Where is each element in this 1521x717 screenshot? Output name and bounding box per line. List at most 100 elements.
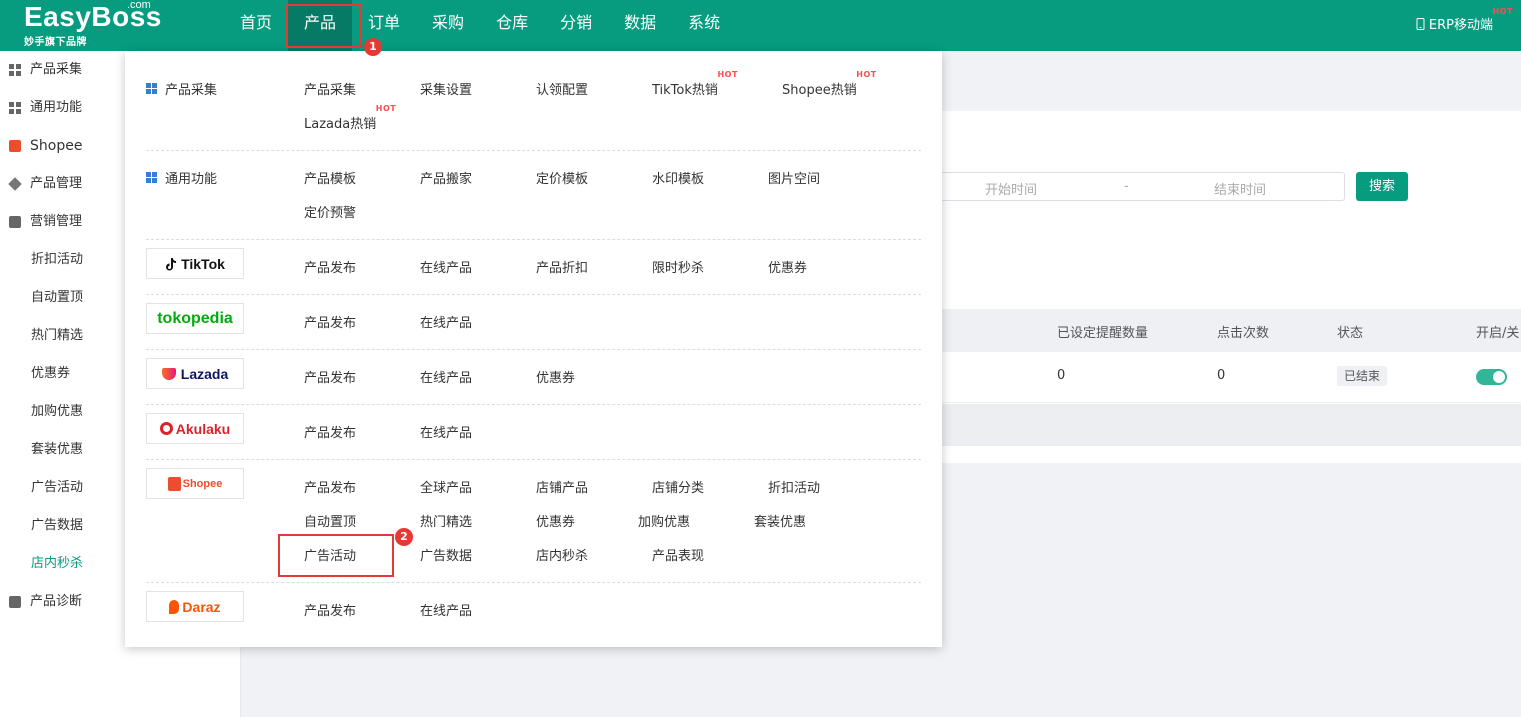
shopee-bag-icon [9, 140, 21, 152]
products-dropdown-menu: 产品采集 产品采集 采集设置 认领配置 TikTok热销 HOT Shopee热销… [125, 51, 942, 647]
shopee-bag-icon [167, 476, 181, 491]
highlight-box-2 [278, 534, 394, 577]
brand-name: Shopee [182, 477, 223, 490]
erp-mobile-link[interactable]: ERP移动端 HOT [1416, 7, 1512, 33]
menu-link[interactable]: 产品采集 [304, 79, 356, 98]
menu-link[interactable]: 定价模板 [536, 168, 588, 187]
nav-system[interactable]: 系统 [672, 0, 736, 51]
menu-link[interactable]: 在线产品 [420, 367, 472, 386]
menu-link[interactable]: 广告数据 [420, 545, 472, 564]
menu-section-daraz: Daraz 产品发布 在线产品 [146, 583, 921, 643]
menu-link[interactable]: 认领配置 [536, 79, 588, 98]
nav-distribution[interactable]: 分销 [544, 0, 608, 51]
menu-section-shopee: Shopee 产品发布 全球产品 店铺产品 店铺分类 折扣活动 自动置顶 热门精… [146, 460, 921, 583]
tiktok-logo: TikTok [146, 248, 244, 279]
sidebar-item-label: 产品管理 [30, 176, 83, 191]
menu-section-tiktok: TikTok 产品发布 在线产品 产品折扣 限时秒杀 优惠券 [146, 240, 921, 295]
nav-purchase[interactable]: 采购 [416, 0, 480, 51]
sidebar-item-label: 营销管理 [30, 214, 83, 229]
nav-data[interactable]: 数据 [608, 0, 672, 51]
column-header: 点击次数 [1217, 326, 1270, 341]
menu-link[interactable]: 全球产品 [420, 477, 472, 496]
menu-link[interactable]: 图片空间 [768, 168, 820, 187]
ad-icon [9, 596, 21, 608]
menu-link[interactable]: 水印模板 [652, 168, 704, 187]
menu-link[interactable]: 加购优惠 [638, 511, 690, 530]
enable-toggle[interactable] [1476, 369, 1507, 385]
shopee-logo: Shopee [146, 468, 244, 499]
menu-category-label: 通用功能 [165, 172, 218, 187]
menu-link[interactable]: 产品折扣 [536, 257, 588, 276]
nav-orders[interactable]: 订单 [352, 0, 416, 51]
menu-link[interactable]: 店铺分类 [652, 477, 704, 496]
grid-icon [146, 83, 157, 94]
brand-name: TikTok [181, 255, 225, 272]
end-date-input[interactable]: 结束时间 [1214, 179, 1266, 198]
menu-link[interactable]: 产品发布 [304, 312, 356, 331]
easyboss-logo[interactable]: EasyBoss .com 妙手旗下品牌 [24, 0, 162, 48]
menu-link[interactable]: 优惠券 [768, 257, 807, 276]
menu-link[interactable]: 产品搬家 [420, 168, 472, 187]
cell-clicks: 0 [1217, 368, 1226, 383]
nav-warehouse[interactable]: 仓库 [480, 0, 544, 51]
daraz-flame-icon [169, 599, 180, 614]
menu-link[interactable]: 店内秒杀 [536, 545, 588, 564]
menu-link[interactable]: 优惠券 [536, 511, 575, 530]
hot-badge: HOT [375, 104, 397, 113]
menu-category-label: 产品采集 [165, 83, 218, 98]
menu-link[interactable]: 套装优惠 [754, 511, 806, 530]
menu-link[interactable]: 店铺产品 [536, 477, 588, 496]
menu-link[interactable]: 优惠券 [536, 367, 575, 386]
menu-link[interactable]: 产品表现 [652, 545, 704, 564]
top-navbar: EasyBoss .com 妙手旗下品牌 首页 产品 订单 采购 仓库 分销 数… [0, 0, 1521, 51]
brand-name: Daraz [182, 598, 221, 615]
menu-link[interactable]: 折扣活动 [768, 477, 820, 496]
hot-badge: HOT [1492, 7, 1513, 16]
menu-link[interactable]: 限时秒杀 [652, 257, 704, 276]
sidebar-item-label: 通用功能 [30, 100, 83, 115]
brand-name: Lazada [180, 365, 229, 382]
brand-name: Akulaku [175, 420, 231, 437]
menu-section-general: 通用功能 产品模板 产品搬家 定价模板 水印模板 图片空间 定价预警 [146, 151, 921, 240]
menu-link[interactable]: 热门精选 [420, 511, 472, 530]
menu-category: 产品采集 [146, 79, 217, 98]
menu-link-hot[interactable]: Lazada热销 HOT [304, 104, 396, 132]
menu-link[interactable]: 采集设置 [420, 79, 472, 98]
menu-link[interactable]: 定价预警 [304, 202, 356, 221]
menu-link-hot[interactable]: TikTok热销 HOT [652, 70, 737, 98]
menu-section-tokopedia: tokopedia 产品发布 在线产品 [146, 295, 921, 350]
tiktok-note-icon [166, 257, 177, 270]
menu-category: 通用功能 [146, 168, 217, 187]
menu-link[interactable]: 在线产品 [420, 600, 472, 619]
cell-reminders: 0 [1057, 368, 1066, 383]
hot-badge: HOT [856, 70, 877, 79]
sidebar-item-label: 产品诊断 [30, 594, 83, 609]
menu-link[interactable]: 产品发布 [304, 257, 356, 276]
daraz-logo: Daraz [146, 591, 244, 622]
menu-link[interactable]: 产品发布 [304, 600, 356, 619]
menu-link[interactable]: 产品发布 [304, 477, 356, 496]
sidebar-item-label: Shopee [30, 138, 83, 154]
status-badge: 已结束 [1337, 366, 1388, 386]
menu-link[interactable]: 在线产品 [420, 257, 472, 276]
search-button[interactable]: 搜索 [1356, 172, 1408, 201]
menu-link[interactable]: 在线产品 [420, 312, 472, 331]
menu-link[interactable]: 在线产品 [420, 422, 472, 441]
menu-link[interactable]: 产品模板 [304, 168, 356, 187]
hot-badge: HOT [717, 70, 738, 79]
phone-icon [1416, 18, 1425, 30]
column-header: 状态 [1337, 326, 1364, 341]
menu-link[interactable]: 自动置顶 [304, 511, 356, 530]
menu-link-hot[interactable]: Shopee热销 HOT [782, 70, 876, 98]
logo-subtitle: 妙手旗下品牌 [24, 37, 87, 48]
erp-mobile-label: ERP移动端 [1428, 18, 1493, 33]
menu-section-lazada: Lazada 产品发布 在线产品 优惠券 [146, 350, 921, 405]
start-date-input[interactable]: 开始时间 [985, 179, 1037, 198]
menu-link[interactable]: 产品发布 [304, 367, 356, 386]
date-range-picker[interactable]: 开始时间 - 结束时间 [930, 172, 1345, 201]
lazada-heart-icon [161, 367, 176, 380]
menu-link-label: Shopee热销 [782, 83, 857, 98]
menu-link[interactable]: 产品发布 [304, 422, 356, 441]
box-icon [8, 177, 22, 191]
nav-home[interactable]: 首页 [224, 0, 288, 51]
